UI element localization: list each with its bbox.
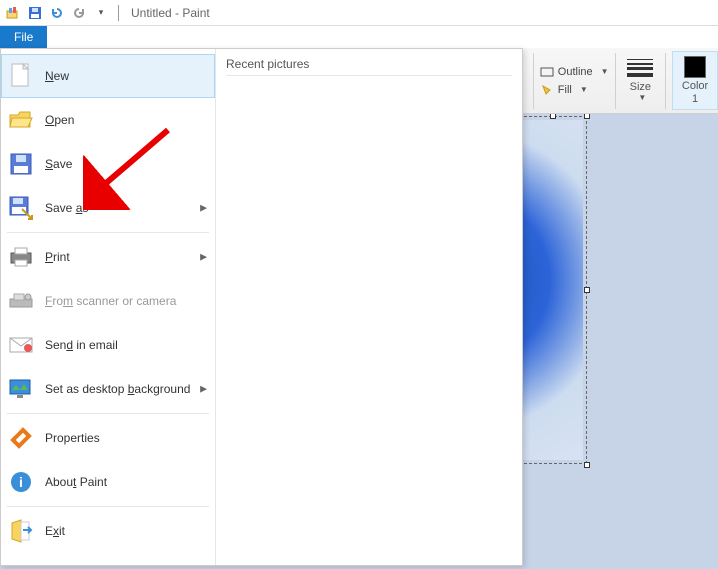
- window-title: Untitled - Paint: [131, 6, 210, 20]
- fill-button[interactable]: Fill ▼: [540, 84, 609, 96]
- outline-label: Outline: [558, 66, 593, 78]
- menu-send-email[interactable]: Send in email: [1, 323, 215, 367]
- menu-properties[interactable]: Properties: [1, 416, 215, 460]
- menu-new[interactable]: New: [1, 54, 215, 98]
- menu-print-label: Print: [45, 250, 70, 264]
- desktop-bg-icon: [7, 375, 35, 403]
- recent-pictures-header: Recent pictures: [226, 57, 512, 76]
- menu-save-as[interactable]: Save as ▶: [1, 186, 215, 230]
- new-file-icon: [7, 62, 35, 90]
- menu-about-label: About Paint: [45, 475, 107, 489]
- outline-button[interactable]: Outline ▼: [540, 66, 609, 78]
- file-tab[interactable]: File: [0, 26, 47, 48]
- title-bar: ▾ Untitled - Paint: [0, 0, 718, 26]
- menu-separator: [7, 413, 209, 414]
- save-icon: [7, 150, 35, 178]
- size-label: Size: [630, 81, 651, 93]
- app-icon[interactable]: [4, 4, 22, 22]
- titlebar-separator: [118, 5, 119, 21]
- file-menu-panel: New Open Save Save as ▶ Prin: [0, 48, 523, 566]
- dropdown-icon: ▼: [580, 85, 588, 94]
- submenu-arrow-icon: ▶: [200, 252, 207, 263]
- selection-border[interactable]: [519, 116, 587, 464]
- tabs-row: File: [0, 26, 718, 48]
- menu-save[interactable]: Save: [1, 142, 215, 186]
- submenu-arrow-icon: ▶: [200, 384, 207, 395]
- menu-separator: [7, 506, 209, 507]
- menu-open-label: Open: [45, 113, 74, 127]
- selection-handle[interactable]: [584, 287, 590, 293]
- scanner-icon: [7, 287, 35, 315]
- qat-customize-icon[interactable]: ▾: [92, 4, 110, 22]
- open-folder-icon: [7, 106, 35, 134]
- save-as-icon: [7, 194, 35, 222]
- menu-from-scanner: From scanner or camera: [1, 279, 215, 323]
- color1-label: Color 1: [681, 80, 709, 104]
- menu-exit-label: Exit: [45, 524, 65, 538]
- menu-save-as-label: Save as: [45, 201, 88, 215]
- color1-swatch: [684, 56, 706, 78]
- menu-open[interactable]: Open: [1, 98, 215, 142]
- svg-text:i: i: [19, 474, 23, 490]
- menu-new-label: New: [45, 69, 69, 83]
- info-icon: i: [7, 468, 35, 496]
- properties-icon: [7, 424, 35, 452]
- dropdown-icon: ▼: [638, 93, 646, 102]
- size-icon: [627, 59, 653, 77]
- email-icon: [7, 331, 35, 359]
- menu-print[interactable]: Print ▶: [1, 235, 215, 279]
- selection-handle[interactable]: [584, 462, 590, 468]
- dropdown-icon: ▼: [601, 67, 609, 76]
- exit-icon: [7, 517, 35, 545]
- menu-exit[interactable]: Exit: [1, 509, 215, 553]
- shape-style-group: Outline ▼ Fill ▼: [540, 66, 609, 96]
- menu-set-wallpaper[interactable]: Set as desktop background ▶: [1, 367, 215, 411]
- menu-email-label: Send in email: [45, 338, 118, 352]
- menu-save-label: Save: [45, 157, 72, 171]
- ribbon-fragment: Outline ▼ Fill ▼ Size ▼ Color 1: [523, 48, 718, 114]
- qat-undo-icon[interactable]: [48, 4, 66, 22]
- menu-properties-label: Properties: [45, 431, 100, 445]
- menu-scanner-label: From scanner or camera: [45, 294, 176, 308]
- print-icon: [7, 243, 35, 271]
- size-button[interactable]: Size ▼: [621, 59, 659, 102]
- color1-button[interactable]: Color 1: [672, 51, 718, 109]
- recent-pictures-panel: Recent pictures: [216, 49, 522, 565]
- menu-wallpaper-label: Set as desktop background: [45, 382, 190, 396]
- menu-about[interactable]: i About Paint: [1, 460, 215, 504]
- fill-label: Fill: [558, 84, 572, 96]
- file-menu-list: New Open Save Save as ▶ Prin: [1, 49, 216, 565]
- qat-save-icon[interactable]: [26, 4, 44, 22]
- submenu-arrow-icon: ▶: [200, 203, 207, 214]
- menu-separator: [7, 232, 209, 233]
- qat-redo-icon[interactable]: [70, 4, 88, 22]
